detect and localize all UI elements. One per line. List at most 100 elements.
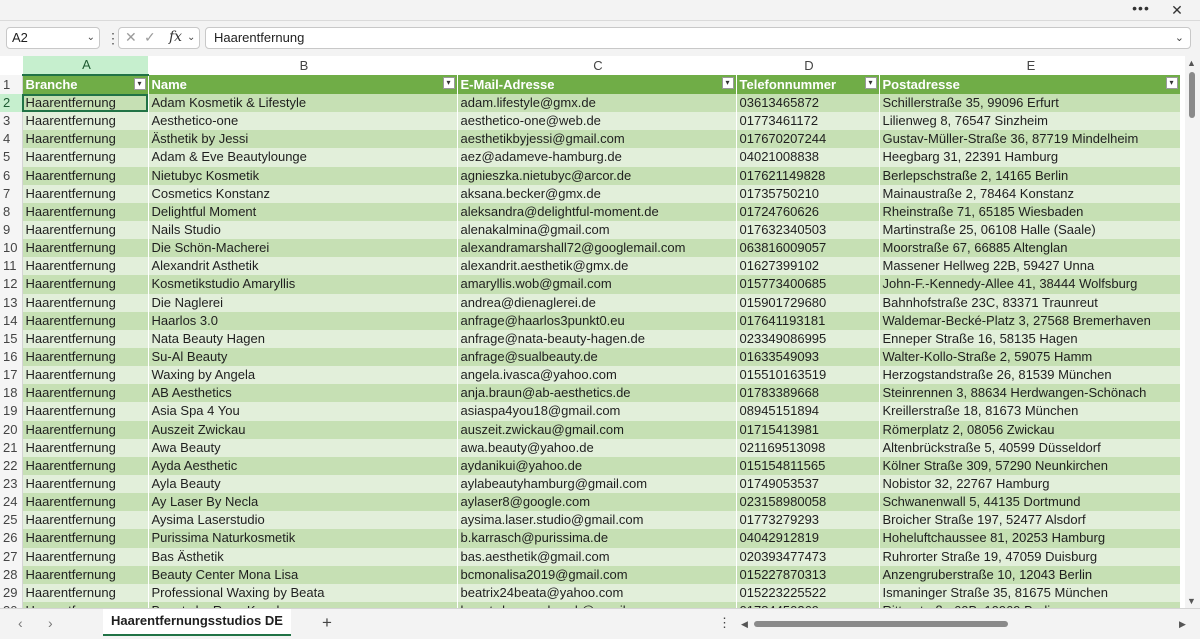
row-header[interactable]: 27 xyxy=(0,547,23,566)
cell[interactable]: Heegbarg 31, 22391 Hamburg xyxy=(879,148,1181,167)
cell[interactable]: Römerplatz 2, 08056 Zwickau xyxy=(879,420,1181,439)
chevron-down-icon[interactable]: ⌄ xyxy=(87,28,95,48)
cell[interactable]: 01783389668 xyxy=(736,384,880,403)
cell[interactable]: Haarentfernung xyxy=(22,583,149,602)
cell[interactable]: alenakalmina@gmail.com xyxy=(457,220,737,240)
cell[interactable]: Delightful Moment xyxy=(148,202,458,221)
cell[interactable]: Aysima Laserstudio xyxy=(148,511,458,530)
cell[interactable]: 017621149828 xyxy=(736,166,880,185)
cell[interactable]: Professional Waxing by Beata xyxy=(148,583,458,602)
cell[interactable]: angela.ivasca@yahoo.com xyxy=(457,366,737,385)
cell[interactable]: Altenbrückstraße 5, 40599 Düsseldorf xyxy=(879,438,1181,457)
cell[interactable]: Mainaustraße 2, 78464 Konstanz xyxy=(879,184,1181,203)
cell[interactable]: 01715413981 xyxy=(736,420,880,439)
cell[interactable]: anja.braun@ab-aesthetics.de xyxy=(457,384,737,403)
cell[interactable]: 017641193181 xyxy=(736,311,880,330)
row-header[interactable]: 13 xyxy=(0,293,23,312)
cell[interactable]: alexandramarshall72@googlemail.com xyxy=(457,239,737,258)
row-header[interactable]: 29 xyxy=(0,583,23,602)
cell[interactable]: 017670207244 xyxy=(736,130,880,149)
filter-dropdown-icon[interactable]: ▾ xyxy=(1165,77,1178,89)
cell[interactable]: Schwanenwall 5, 44135 Dortmund xyxy=(879,493,1181,512)
row-header[interactable]: 22 xyxy=(0,456,23,475)
cell[interactable]: beatrix24beata@yahoo.com xyxy=(457,583,737,602)
cell[interactable]: 01749053537 xyxy=(736,474,880,494)
insert-function-icon[interactable]: fx xyxy=(169,29,182,45)
cell[interactable]: Aesthetico-one xyxy=(148,112,458,131)
cell[interactable]: Ästhetik by Jessi xyxy=(148,130,458,149)
cell[interactable]: Haarentfernung xyxy=(22,420,149,439)
row-header[interactable]: 8 xyxy=(0,202,23,221)
cell[interactable]: Anzengruberstraße 10, 12043 Berlin xyxy=(879,565,1181,584)
cell[interactable]: 015773400685 xyxy=(736,275,880,294)
cell[interactable]: Steinrennen 3, 88634 Herdwangen-Schönach xyxy=(879,384,1181,403)
cell[interactable]: Kreillerstraße 18, 81673 München xyxy=(879,402,1181,421)
cell[interactable]: Adam Kosmetik & Lifestyle xyxy=(148,94,458,113)
cell[interactable]: 01773461172 xyxy=(736,112,880,131)
table-header-cell[interactable]: Name ▾ xyxy=(148,75,458,94)
filter-dropdown-icon[interactable]: ▾ xyxy=(133,78,146,90)
row-header[interactable]: 26 xyxy=(0,529,23,548)
row-header[interactable]: 20 xyxy=(0,420,23,439)
table-header-cell[interactable]: Telefonnummer ▾ xyxy=(736,75,880,94)
table-header-cell[interactable]: E-Mail-Adresse ▾ xyxy=(457,75,737,94)
column-header-b[interactable]: B xyxy=(148,56,458,75)
cell[interactable]: Nobistor 32, 22767 Hamburg xyxy=(879,474,1181,494)
cell[interactable]: 04021008838 xyxy=(736,148,880,167)
cell[interactable]: bcmonalisa2019@gmail.com xyxy=(457,565,737,584)
cell[interactable]: aylabeautyhamburg@gmail.com xyxy=(457,474,737,494)
cell[interactable]: aysima.laser.studio@gmail.com xyxy=(457,511,737,530)
cell[interactable]: Ayda Aesthetic xyxy=(148,456,458,475)
check-icon[interactable]: ✓ xyxy=(144,29,156,46)
column-header-c[interactable]: C xyxy=(457,56,737,75)
cell[interactable]: Haarentfernung xyxy=(22,384,149,403)
cell[interactable]: Broicher Straße 197, 52477 Alsdorf xyxy=(879,511,1181,530)
cell[interactable]: Haarentfernung xyxy=(22,493,149,512)
row-header[interactable]: 21 xyxy=(0,438,23,457)
close-icon[interactable]: ✕ xyxy=(1166,0,1188,20)
cell[interactable]: aleksandra@delightful-moment.de xyxy=(457,202,737,221)
cell[interactable]: Nietubyc Kosmetik xyxy=(148,166,458,185)
cell[interactable]: Nails Studio xyxy=(148,220,458,240)
cell[interactable]: Ay Laser By Necla xyxy=(148,493,458,512)
cell[interactable]: aylaser8@google.com xyxy=(457,493,737,512)
cell[interactable]: 015510163519 xyxy=(736,366,880,385)
cell[interactable]: aesthetico-one@web.de xyxy=(457,112,737,131)
cell[interactable]: Walter-Kollo-Straße 2, 59075 Hamm xyxy=(879,347,1181,367)
row-header[interactable]: 1 xyxy=(0,75,23,94)
row-header[interactable]: 12 xyxy=(0,275,23,294)
cell[interactable]: Haarentfernung xyxy=(22,220,149,240)
cell[interactable]: Haarentfernung xyxy=(22,184,149,203)
column-header-d[interactable]: D xyxy=(736,56,880,75)
cell[interactable]: Haarentfernung xyxy=(22,112,149,131)
cell[interactable]: Die Schön-Macherei xyxy=(148,239,458,258)
cell[interactable]: aesthetikbyjessi@gmail.com xyxy=(457,130,737,149)
scroll-left-icon[interactable]: ◀ xyxy=(741,619,748,630)
cell[interactable]: auszeit.zwickau@gmail.com xyxy=(457,420,737,439)
cell[interactable]: 03613465872 xyxy=(736,94,880,113)
cell[interactable]: 01773279293 xyxy=(736,511,880,530)
cell[interactable]: Rheinstraße 71, 65185 Wiesbaden xyxy=(879,202,1181,221)
cell[interactable]: Cosmetics Konstanz xyxy=(148,184,458,203)
cell[interactable]: 01633549093 xyxy=(736,347,880,367)
cell[interactable]: Haarentfernung xyxy=(22,148,149,167)
cell[interactable]: 063816009057 xyxy=(736,239,880,258)
filter-dropdown-icon[interactable]: ▾ xyxy=(442,77,455,89)
cell[interactable]: Haarentfernung xyxy=(22,511,149,530)
cell[interactable]: 01724760626 xyxy=(736,202,880,221)
cell[interactable]: 017632340503 xyxy=(736,220,880,240)
cell[interactable]: Alexandrit Asthetik xyxy=(148,257,458,276)
scroll-up-icon[interactable]: ▲ xyxy=(1187,58,1196,68)
column-header-a[interactable]: A xyxy=(22,56,149,76)
more-vertical-icon[interactable]: ⋮ xyxy=(106,29,120,47)
cell[interactable]: Haarentfernung xyxy=(22,402,149,421)
cell[interactable]: Kosmetikstudio Amaryllis xyxy=(148,275,458,294)
cell[interactable]: Haarentfernung xyxy=(22,456,149,475)
row-header[interactable]: 10 xyxy=(0,239,23,258)
cell[interactable]: Moorstraße 67, 66885 Altenglan xyxy=(879,239,1181,258)
row-header[interactable]: 16 xyxy=(0,347,23,367)
cell[interactable]: Haarentfernung xyxy=(22,329,149,348)
cell[interactable]: asiaspa4you18@gmail.com xyxy=(457,402,737,421)
cell[interactable]: Haarentfernung xyxy=(22,293,149,312)
cell[interactable]: 021169513098 xyxy=(736,438,880,457)
